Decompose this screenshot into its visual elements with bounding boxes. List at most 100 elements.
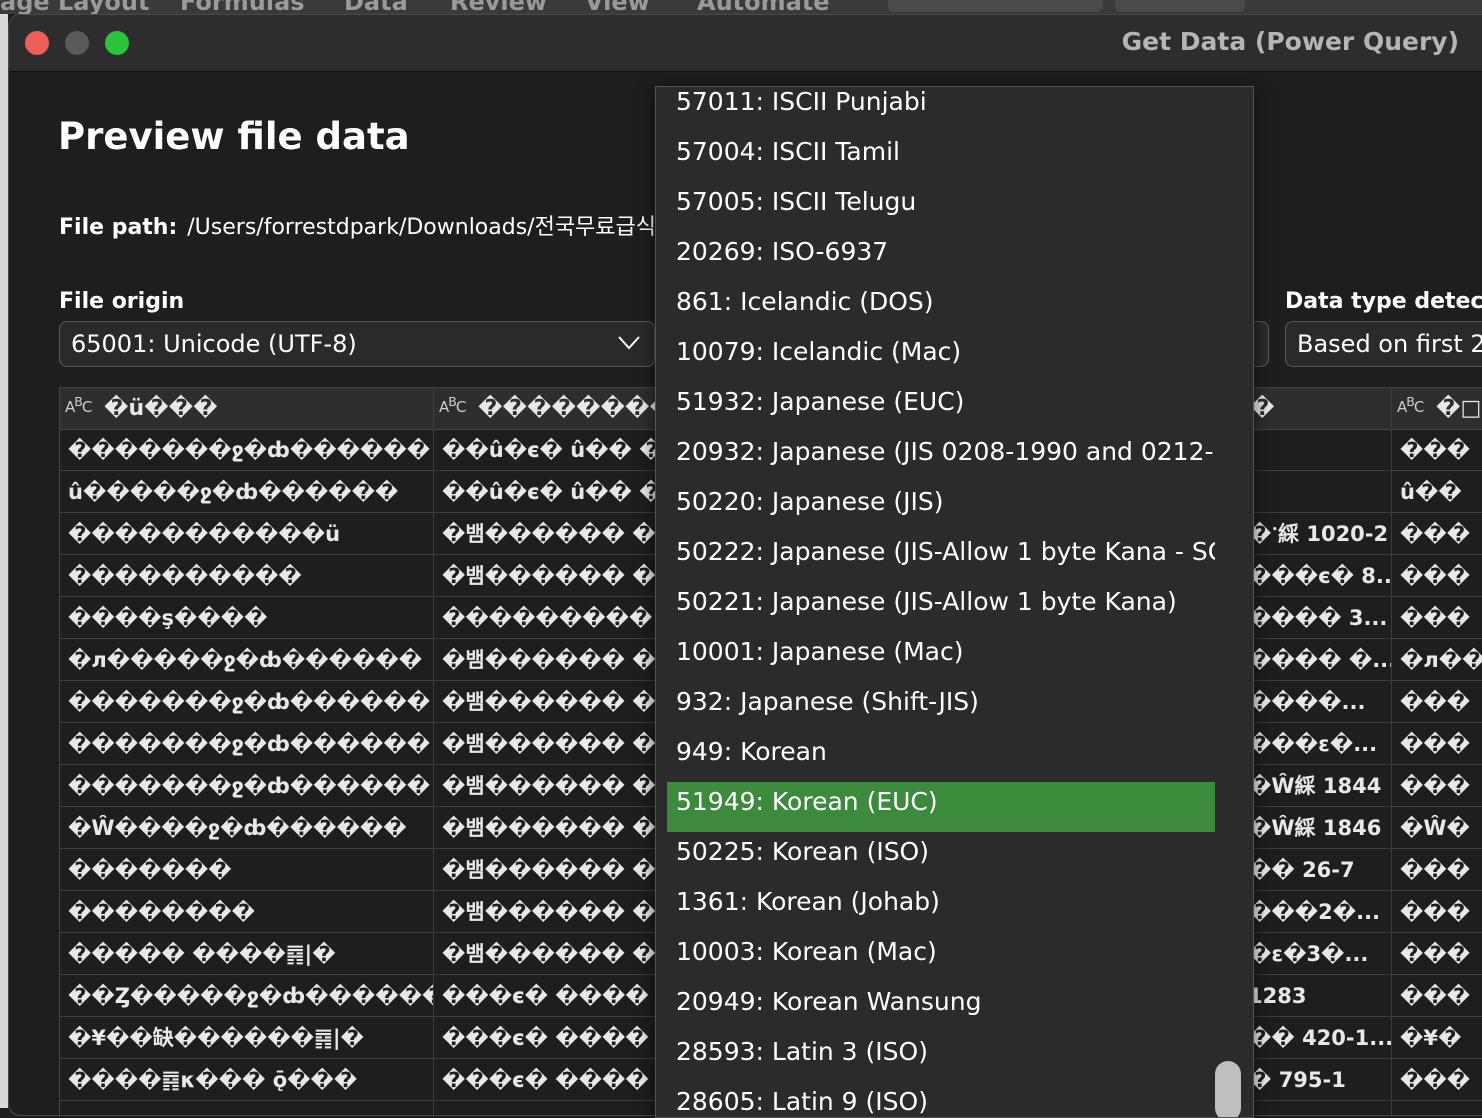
table-cell: �������ջ�ȸ������ — [60, 766, 433, 807]
table-cell: û�����ջ�ȸ������ — [60, 472, 433, 513]
text-type-icon: ABC — [65, 394, 92, 416]
column-header-label: �□ — [1436, 396, 1482, 421]
table-cell: ��� — [1392, 682, 1482, 723]
data-type-detection-select[interactable]: Based on first 2 — [1285, 321, 1482, 367]
encoding-dropdown-list[interactable]: 57011: ISCII Punjabi 57004: ISCII Tamil 57… — [655, 86, 1254, 1118]
window-title: Get Data (Power Query) — [1121, 27, 1459, 56]
ribbon-tab-data[interactable]: Data — [344, 0, 408, 14]
table-cell: �������ջ�ȸ������ — [60, 430, 433, 471]
table-cell: ��� — [1392, 766, 1482, 807]
table-cell: �ε�3�... — [1246, 934, 1391, 975]
encoding-option[interactable]: 20949: Korean Wansung — [667, 982, 1215, 1032]
table-cell: ��� — [1392, 514, 1482, 555]
table-cell: ���� �... — [1246, 640, 1391, 681]
table-cell: ���ε�... — [1246, 724, 1391, 765]
table-cell: ��� — [1392, 724, 1482, 765]
table-cell: ����� ����䷴|� — [60, 934, 433, 975]
encoding-option-selected[interactable]: 51949: Korean (EUC) — [667, 782, 1215, 832]
table-cell — [1246, 430, 1391, 471]
table-cell: �������� — [60, 892, 433, 933]
minimize-window-button[interactable] — [65, 31, 89, 55]
close-window-button[interactable] — [25, 31, 49, 55]
ribbon-tab-automate[interactable]: Automate — [697, 0, 830, 14]
table-cell: 1283 — [1246, 976, 1391, 1017]
scrollbar-thumb[interactable] — [1215, 1061, 1241, 1117]
table-cell: �ॱ綵 1020-2 — [1246, 514, 1391, 555]
column-header[interactable]: � — [1246, 388, 1391, 430]
sheet-edge — [0, 14, 8, 1108]
file-origin-value: 65001: Unicode (UTF-8) — [71, 330, 357, 358]
table-cell: �������ջ�ȸ������ — [60, 682, 433, 723]
file-origin-select[interactable]: 65001: Unicode (UTF-8) — [59, 321, 655, 367]
table-cell: �����������ü — [60, 514, 433, 555]
share-button[interactable] — [1115, 0, 1245, 12]
encoding-option[interactable]: 57005: ISCII Telugu — [667, 182, 1215, 232]
table-cell: �� 420-1... — [1246, 1018, 1391, 1059]
table-cell: ���������� — [60, 556, 433, 597]
table-cell: ��Ȥ�����ջ�ȸ������ — [60, 976, 433, 1017]
table-cell: ����䷴κ��� ǭ��� — [60, 1060, 433, 1101]
encoding-option[interactable]: 10001: Japanese (Mac) — [667, 632, 1215, 682]
table-column: � �ॱ綵 1020-2 ���є� 8... ���� 3... ���� �...… — [1246, 388, 1392, 1115]
table-cell: ��� — [1392, 850, 1482, 891]
encoding-option[interactable]: 10003: Korean (Mac) — [667, 932, 1215, 982]
table-cell: û�� — [1392, 472, 1482, 513]
table-cell: �л�� — [1392, 640, 1482, 681]
maximize-window-button[interactable] — [105, 31, 129, 55]
file-path-value: /Users/forrestdpark/Downloads/전국무료급식 — [187, 215, 657, 240]
table-cell: �¥��缺������䷴|� — [60, 1018, 433, 1059]
encoding-option[interactable]: 20932: Japanese (JIS 0208-1990 and 0212-… — [667, 432, 1215, 482]
table-column: ABC �ü��� �������ջ�ȸ������ û�����ջ�ȸ�����… — [60, 388, 434, 1115]
table-cell: ���є� 8... — [1246, 556, 1391, 597]
encoding-option[interactable]: 51932: Japanese (EUC) — [667, 382, 1215, 432]
table-cell: �� 26-7 — [1246, 850, 1391, 891]
ribbon-tab-formulas[interactable]: Formulas — [180, 0, 305, 14]
text-type-icon: ABC — [439, 394, 466, 416]
table-cell: ��� — [1392, 1060, 1482, 1101]
column-header[interactable]: ABC �□ — [1392, 388, 1482, 430]
encoding-option[interactable]: 50225: Korean (ISO) — [667, 832, 1215, 882]
data-type-detection-value: Based on first 2 — [1297, 330, 1482, 358]
title-bar: Get Data (Power Query) — [9, 15, 1482, 72]
table-cell — [1246, 472, 1391, 513]
encoding-option[interactable]: 57004: ISCII Tamil — [667, 132, 1215, 182]
encoding-option[interactable]: 932: Japanese (Shift-JIS) — [667, 682, 1215, 732]
table-cell: �Ŵ綵 1846 — [1246, 808, 1391, 849]
encoding-option[interactable]: 10079: Icelandic (Mac) — [667, 332, 1215, 382]
encoding-option[interactable]: 50220: Japanese (JIS) — [667, 482, 1215, 532]
encoding-option[interactable]: 20269: ISO-6937 — [667, 232, 1215, 282]
table-cell: �¥� — [1392, 1018, 1482, 1059]
table-cell: ��� — [1392, 430, 1482, 471]
table-cell: ������� — [60, 850, 433, 891]
encoding-option[interactable]: 861: Icelandic (DOS) — [667, 282, 1215, 332]
encoding-option[interactable]: 57011: ISCII Punjabi — [667, 87, 1215, 132]
ribbon-tab-page-layout[interactable]: age Layout — [0, 0, 149, 14]
column-header[interactable]: ABC �ü��� — [60, 388, 433, 430]
encoding-option[interactable]: 28593: Latin 3 (ISO) — [667, 1032, 1215, 1082]
table-column: ABC �□ ��� û�� ��� ��� ��� �л�� ��� ��� ��� �Ŵ� ��… — [1392, 388, 1482, 1115]
excel-ribbon: age Layout Formulas Data Review View Aut… — [0, 0, 1482, 14]
file-origin-label: File origin — [59, 289, 185, 314]
ribbon-tab-view[interactable]: View — [585, 0, 650, 14]
table-cell: �Ŵ� — [1392, 808, 1482, 849]
table-cell: �Ŵ綵 1844 — [1246, 766, 1391, 807]
ribbon-tab-review[interactable]: Review — [450, 0, 547, 14]
table-cell: ����... — [1246, 682, 1391, 723]
encoding-option[interactable]: 50221: Japanese (JIS-Allow 1 byte Kana) — [667, 582, 1215, 632]
encoding-option[interactable]: 1361: Korean (Johab) — [667, 882, 1215, 932]
column-header-label: �ü��� — [104, 396, 218, 421]
table-cell: ��� — [1392, 934, 1482, 975]
comments-button[interactable] — [888, 0, 1103, 12]
encoding-option[interactable]: 949: Korean — [667, 732, 1215, 782]
encoding-option[interactable]: 28605: Latin 9 (ISO) — [667, 1082, 1215, 1117]
table-cell: ���� 3... — [1246, 598, 1391, 639]
table-cell: ��� — [1392, 892, 1482, 933]
file-path: File path: /Users/forrestdpark/Downloads/… — [59, 209, 656, 241]
table-cell: �л�����ջ�ȸ������ — [60, 640, 433, 681]
table-cell: ��� — [1392, 556, 1482, 597]
encoding-option[interactable]: 50222: Japanese (JIS-Allow 1 byte Kana -… — [667, 532, 1215, 582]
table-cell: ����ş���� — [60, 598, 433, 639]
file-path-label: File path: — [59, 215, 178, 240]
data-type-detection-label: Data type detectio — [1285, 289, 1482, 314]
text-type-icon: ABC — [1397, 394, 1424, 416]
